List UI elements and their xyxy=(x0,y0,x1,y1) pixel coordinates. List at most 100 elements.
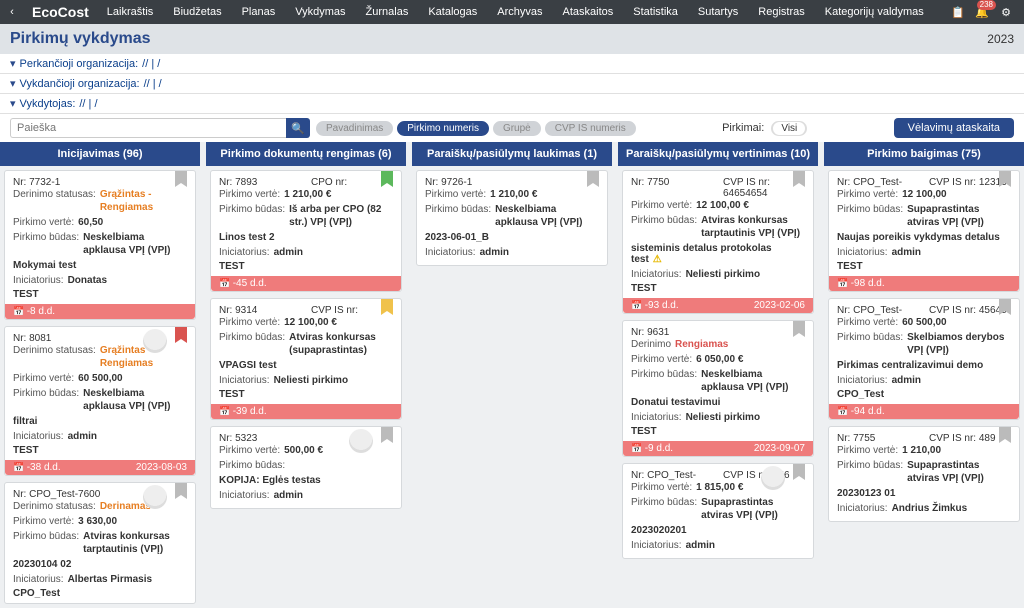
card[interactable]: Nr: 9726-1Pirkimo vertė: 1 210,00 €Pirki… xyxy=(416,170,608,266)
chip-number[interactable]: Pirkimo numeris xyxy=(397,121,489,136)
gear-icon[interactable]: ⚙ xyxy=(998,4,1014,20)
back-button[interactable]: ‹ xyxy=(0,6,24,18)
filter-row-executor[interactable]: ▾ Vykdytojas: // | / xyxy=(0,94,1024,114)
card[interactable]: Nr: CPO_Test-CVP IS nr: 456Pirkimo vertė… xyxy=(622,463,814,559)
card[interactable]: Nr: 8081Derinimo statusas: Grąžintas - R… xyxy=(4,326,196,476)
column-header: Paraiškų/pasiūlymų vertinimas (10) xyxy=(618,142,818,166)
nav-item[interactable]: Žurnalas xyxy=(356,0,419,24)
notif-badge: 238 xyxy=(977,0,996,10)
filter-chips: Pavadinimas Pirkimo numeris Grupė CVP IS… xyxy=(316,121,636,136)
page-title: Pirkimų vykdymas xyxy=(10,30,151,48)
card-footer: -94 d.d. xyxy=(829,404,1019,419)
funnel-icon: ▾ xyxy=(10,97,16,110)
nav-item[interactable]: Planas xyxy=(232,0,286,24)
card[interactable]: Nr: 9631Derinimo RengiamasPirkimo vertė:… xyxy=(622,320,814,457)
filter-value: // | / xyxy=(144,78,162,90)
column-header: Pirkimo dokumentų rengimas (6) xyxy=(206,142,406,166)
filter-row-org1[interactable]: ▾ Perkančioji organizacija: // | / xyxy=(0,54,1024,74)
nav-item[interactable]: Ataskaitos xyxy=(553,0,624,24)
nav-item[interactable]: Katalogas xyxy=(418,0,487,24)
card[interactable]: Nr: CPO_Test-CVP IS nr: 45645Pirkimo ver… xyxy=(828,298,1020,420)
topbar: ‹ EcoCost LaikraštisBiudžetasPlanasVykdy… xyxy=(0,0,1024,24)
card[interactable]: Nr: CPO_Test-CVP IS nr: 12313Pirkimo ver… xyxy=(828,170,1020,292)
card-title: KOPIJA: Eglės testas xyxy=(219,475,393,486)
card-title: Mokymai test xyxy=(13,260,187,271)
kanban-board: Inicijavimas (96) Nr: 7732-1Derinimo stat… xyxy=(0,142,1024,608)
card[interactable]: Nr: 9314CVP IS nr: Pirkimo vertė: 12 100… xyxy=(210,298,402,420)
chip-cvp[interactable]: CVP IS numeris xyxy=(545,121,636,136)
filter-value: // | / xyxy=(79,98,97,110)
card-footer: -38 d.d.2023-08-03 xyxy=(5,460,195,475)
card[interactable]: Nr: 5323Pirkimo vertė: 500,00 €Pirkimo b… xyxy=(210,426,402,509)
nav-item[interactable]: Sutartys xyxy=(688,0,748,24)
pirkimai-label: Pirkimai: xyxy=(722,122,764,134)
page-title-bar: Pirkimų vykdymas 2023 xyxy=(0,24,1024,54)
card-footer: -98 d.d. xyxy=(829,276,1019,291)
funnel-icon: ▾ xyxy=(10,77,16,90)
card-footer: -45 d.d. xyxy=(211,276,401,291)
card[interactable]: Nr: 7893CPO nr: Pirkimo vertė: 1 210,00 … xyxy=(210,170,402,292)
card-title: Donatui testavimui xyxy=(631,397,805,408)
card-title: Naujas poreikis vykdymas detalus xyxy=(837,232,1011,243)
nav-item[interactable]: Archyvas xyxy=(487,0,552,24)
column-header: Inicijavimas (96) xyxy=(0,142,200,166)
topbar-icons: 📋 🔔238 ⚙ xyxy=(940,4,1024,20)
board-column: Inicijavimas (96) Nr: 7732-1Derinimo stat… xyxy=(0,142,200,608)
bell-icon[interactable]: 🔔238 xyxy=(974,4,990,20)
filter-panel: ▾ Perkančioji organizacija: // | / ▾ Vyk… xyxy=(0,54,1024,114)
card-title: Linos test 2 xyxy=(219,232,393,243)
card-footer: -9 d.d.2023-09-07 xyxy=(623,441,813,456)
search-box: 🔍 xyxy=(10,118,310,138)
card[interactable]: Nr: 7750CVP IS nr: 64654654Pirkimo vertė… xyxy=(622,170,814,314)
filter-value: // | / xyxy=(142,58,160,70)
chip-group[interactable]: Grupė xyxy=(493,121,541,136)
card-title: 2023-06-01_B xyxy=(425,232,599,243)
search-button[interactable]: 🔍 xyxy=(286,118,310,138)
search-row: 🔍 Pavadinimas Pirkimo numeris Grupė CVP … xyxy=(0,114,1024,142)
card-title: sisteminis detalus protokolas test⚠ xyxy=(631,243,805,265)
card[interactable]: Nr: 7755CVP IS nr: 489Pirkimo vertė: 1 2… xyxy=(828,426,1020,522)
board-column: Paraiškų/pasiūlymų laukimas (1) Nr: 9726-… xyxy=(412,142,612,608)
avatar xyxy=(349,429,373,453)
year: 2023 xyxy=(987,32,1014,46)
nav-item[interactable]: Biudžetas xyxy=(163,0,231,24)
card-title: 2023020201 xyxy=(631,525,805,536)
card-title: filtrai xyxy=(13,416,187,427)
card-title: VPAGSI test xyxy=(219,360,393,371)
chip-name[interactable]: Pavadinimas xyxy=(316,121,393,136)
board-column: Pirkimo baigimas (75) Nr: CPO_Test-CVP IS… xyxy=(824,142,1024,608)
avatar xyxy=(143,485,167,509)
column-header: Paraiškų/pasiūlymų laukimas (1) xyxy=(412,142,612,166)
board-column: Pirkimo dokumentų rengimas (6) Nr: 7893CP… xyxy=(206,142,406,608)
card-title: Pirkimas centralizavimui demo xyxy=(837,360,1011,371)
delay-report-button[interactable]: Vėlavimų ataskaita xyxy=(894,118,1014,138)
card-footer: -39 d.d. xyxy=(211,404,401,419)
card[interactable]: Nr: CPO_Test-7600Derinimo statusas: Deri… xyxy=(4,482,196,604)
nav-item[interactable]: Statistika xyxy=(623,0,688,24)
mid-toggle: Pirkimai: Visi xyxy=(642,121,888,136)
search-input[interactable] xyxy=(10,118,286,138)
nav-item[interactable]: Vykdymas xyxy=(285,0,355,24)
card-footer: -93 d.d.2023-02-06 xyxy=(623,298,813,313)
nav-item[interactable]: Laikraštis xyxy=(97,0,163,24)
card-footer: -8 d.d. xyxy=(5,304,195,319)
avatar xyxy=(143,329,167,353)
top-nav: LaikraštisBiudžetasPlanasVykdymasŽurnala… xyxy=(97,0,940,24)
filter-label: Vykdančioji organizacija: xyxy=(20,78,140,90)
card-title: 20230123 01 xyxy=(837,488,1011,499)
logo: EcoCost xyxy=(24,4,97,20)
warning-icon: ⚠ xyxy=(653,254,662,265)
nav-item[interactable]: Kategorijų valdymas xyxy=(815,0,934,24)
visi-toggle[interactable]: Visi xyxy=(771,121,807,136)
column-header: Pirkimo baigimas (75) xyxy=(824,142,1024,166)
board-column: Paraiškų/pasiūlymų vertinimas (10) Nr: 77… xyxy=(618,142,818,608)
filter-label: Vykdytojas: xyxy=(20,98,76,110)
card-title: 20230104 02 xyxy=(13,559,187,570)
card[interactable]: Nr: 7732-1Derinimo statusas: Grąžintas -… xyxy=(4,170,196,320)
funnel-icon: ▾ xyxy=(10,57,16,70)
clipboard-icon[interactable]: 📋 xyxy=(950,4,966,20)
nav-item[interactable]: Registras xyxy=(748,0,814,24)
filter-label: Perkančioji organizacija: xyxy=(20,58,139,70)
filter-row-org2[interactable]: ▾ Vykdančioji organizacija: // | / xyxy=(0,74,1024,94)
avatar xyxy=(761,466,785,490)
